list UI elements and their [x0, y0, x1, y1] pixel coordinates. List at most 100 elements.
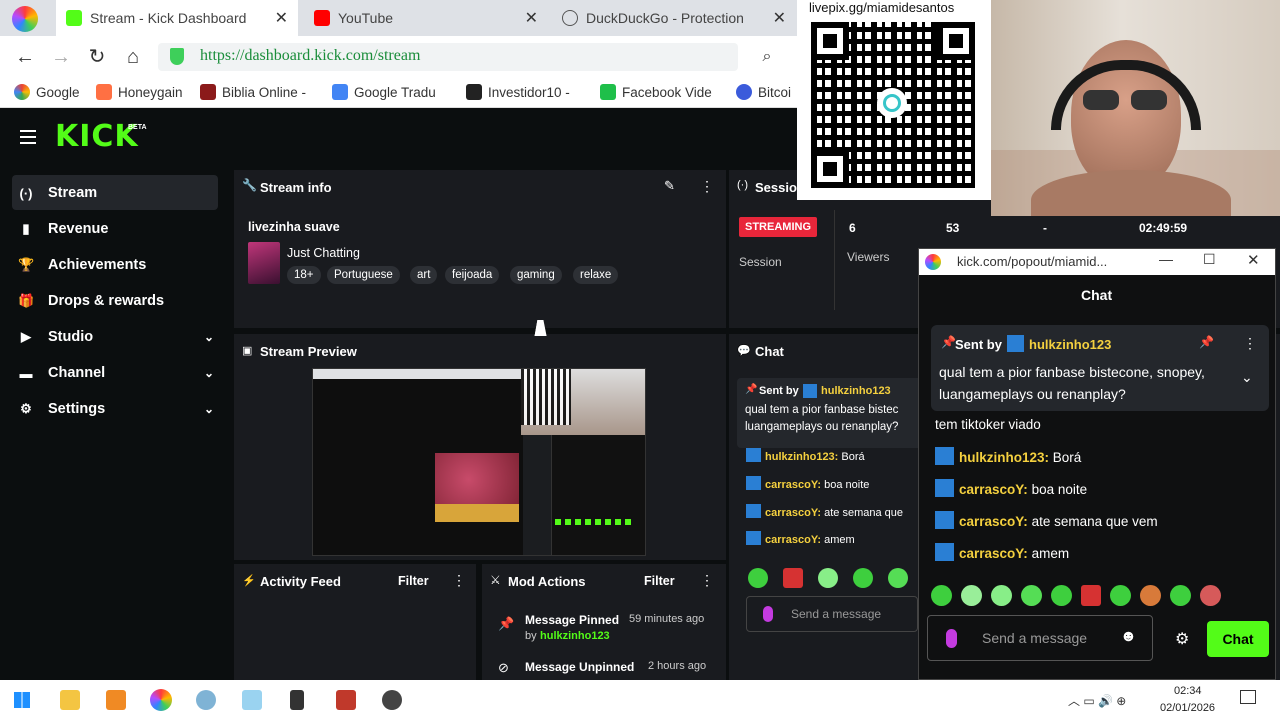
microphone-icon[interactable] [946, 629, 957, 648]
browser-logo-icon[interactable] [12, 6, 38, 32]
microphone-icon[interactable] [763, 606, 773, 622]
chat-input[interactable]: Send a message ☻ [927, 615, 1153, 661]
chevron-down-icon[interactable]: ⌄ [204, 402, 214, 416]
pin-icon: 📌 [498, 616, 515, 631]
bitcoin-icon [736, 84, 752, 100]
browser-taskbar-icon[interactable] [150, 689, 172, 711]
emote-icon[interactable] [960, 585, 982, 606]
emote-icon[interactable] [1140, 585, 1162, 606]
home-icon[interactable]: ⌂ [122, 46, 144, 68]
filter-button[interactable]: Filter [398, 574, 429, 588]
edit-pencil-icon[interactable]: ✎ [664, 178, 675, 194]
stream-icon: (·) [19, 185, 33, 201]
bookmark-facebook[interactable]: Facebook Vide [600, 84, 712, 100]
emote-icon[interactable] [1020, 585, 1042, 606]
chat-input[interactable]: Send a message [746, 596, 918, 632]
url-text[interactable]: https://dashboard.kick.com/stream [200, 47, 420, 65]
kick-favicon-icon [66, 10, 82, 26]
sidebar-item-settings[interactable]: ⚙ Settings ⌄ [18, 401, 214, 417]
forward-icon[interactable]: → [50, 46, 72, 68]
chat-message: carrascoY: boa noite [935, 479, 1087, 497]
kebab-menu-icon[interactable]: ⋮ [452, 572, 466, 589]
back-icon[interactable]: ← [14, 46, 36, 68]
stream-preview-video[interactable] [312, 368, 646, 556]
fl-studio-icon[interactable] [336, 690, 356, 710]
tab-youtube[interactable]: YouTube ✕ [304, 0, 548, 36]
filter-button[interactable]: Filter [644, 574, 675, 588]
tab-kick-dashboard[interactable]: Stream - Kick Dashboard ✕ [56, 0, 298, 36]
chevron-down-icon[interactable]: ⌄ [204, 330, 214, 344]
close-tab-icon[interactable]: ✕ [275, 8, 288, 28]
reload-icon[interactable]: ↻ [86, 46, 108, 68]
calculator-icon[interactable] [290, 690, 304, 710]
emote-icon[interactable] [1200, 585, 1222, 606]
media-player-icon[interactable] [106, 690, 126, 710]
maximize-icon[interactable]: ☐ [1203, 251, 1216, 268]
emoji-icon[interactable]: ☻ [1120, 628, 1137, 646]
obs-icon[interactable] [382, 690, 402, 710]
beta-badge: BETA [128, 124, 147, 131]
chevron-down-icon[interactable]: ⌄ [1241, 369, 1253, 386]
address-bar[interactable]: https://dashboard.kick.com/stream [158, 43, 738, 71]
emote-icon[interactable] [931, 585, 952, 606]
mod-action-user[interactable]: hulkzinho123 [540, 630, 610, 642]
emote-icon[interactable] [783, 568, 803, 588]
emote-icon[interactable] [888, 568, 908, 588]
emote-icon[interactable] [1080, 585, 1102, 606]
bookmark-honeygain[interactable]: Honeygain [96, 84, 183, 100]
mod-actions-panel: ⚔ Mod Actions Filter ⋮ 📌 Message Pinned … [482, 564, 726, 680]
app-icon[interactable] [196, 690, 216, 710]
qr-caption: livepix.gg/miamidesantos [809, 0, 955, 15]
close-icon[interactable]: ✕ [1247, 251, 1260, 269]
notepad-icon[interactable] [242, 690, 262, 710]
system-tray-icons[interactable]: ︿ ▭ 🔊 ⊕ [1068, 692, 1126, 709]
divider [834, 210, 835, 310]
chevron-down-icon[interactable]: ⌄ [204, 366, 214, 380]
kebab-menu-icon[interactable]: ⋮ [1243, 335, 1257, 352]
file-explorer-icon[interactable] [60, 690, 80, 710]
stream-info-panel: 🔧 Stream info ✎ ⋮ livezinha suave Just C… [234, 170, 726, 328]
close-tab-icon[interactable]: ✕ [525, 8, 538, 28]
notification-icon[interactable] [1240, 690, 1256, 704]
emote-icon[interactable] [1110, 585, 1132, 606]
emote-icon[interactable] [853, 568, 873, 588]
emote-icon[interactable] [818, 568, 838, 588]
minimize-icon[interactable]: — [1159, 251, 1173, 267]
sidebar-item-studio[interactable]: ▶ Studio ⌄ [18, 329, 214, 345]
sidebar-item-revenue[interactable]: ▮ Revenue [18, 221, 214, 237]
kebab-menu-icon[interactable]: ⋮ [700, 178, 714, 195]
category-name[interactable]: Just Chatting [287, 246, 360, 260]
bookmark-investidor10[interactable]: Investidor10 - [466, 84, 570, 100]
sidebar-item-channel[interactable]: ▬ Channel ⌄ [18, 365, 215, 381]
tab-title: DuckDuckGo - Protection [586, 10, 744, 26]
emote-icon[interactable] [748, 568, 768, 588]
emote-icon[interactable] [1050, 585, 1072, 606]
sidebar-item-drops-rewards[interactable]: 🎁 Drops & rewards [18, 293, 214, 309]
chat-settings-gear-icon[interactable]: ⚙ [1175, 629, 1189, 649]
sidebar-item-stream[interactable]: (·) Stream [18, 185, 214, 201]
chat-message: carrascoY: amem [746, 531, 855, 546]
gift-icon: 🎁 [18, 293, 35, 308]
kebab-menu-icon[interactable]: ⋮ [700, 572, 714, 589]
emote-icon[interactable] [1170, 585, 1192, 606]
bible-icon [200, 84, 216, 100]
tab-duckduckgo[interactable]: DuckDuckGo - Protection ✕ [552, 0, 796, 36]
search-icon[interactable]: ⌕ [756, 46, 778, 68]
sidebar-item-achievements[interactable]: 🏆 Achievements [18, 257, 214, 273]
activity-icon: ⚡ [242, 575, 256, 587]
bookmark-bitcoin[interactable]: Bitcoi [736, 84, 791, 100]
hamburger-menu-icon[interactable] [20, 130, 36, 144]
send-chat-button[interactable]: Chat [1207, 621, 1269, 657]
panel-title: Sessio [755, 180, 797, 195]
bookmark-google[interactable]: Google [14, 84, 80, 100]
windows-start-icon[interactable] [14, 692, 30, 708]
unpin-icon[interactable]: 📌 [1199, 335, 1214, 349]
close-tab-icon[interactable]: ✕ [773, 8, 786, 28]
kick-badge-icon [803, 384, 817, 398]
kick-badge-icon [1007, 335, 1024, 352]
kick-logo[interactable]: KICK [55, 119, 139, 154]
translate-icon [332, 84, 348, 100]
bookmark-google-tradutor[interactable]: Google Tradu [332, 84, 436, 100]
emote-icon[interactable] [990, 585, 1012, 606]
bookmark-biblia[interactable]: Biblia Online - [200, 84, 306, 100]
